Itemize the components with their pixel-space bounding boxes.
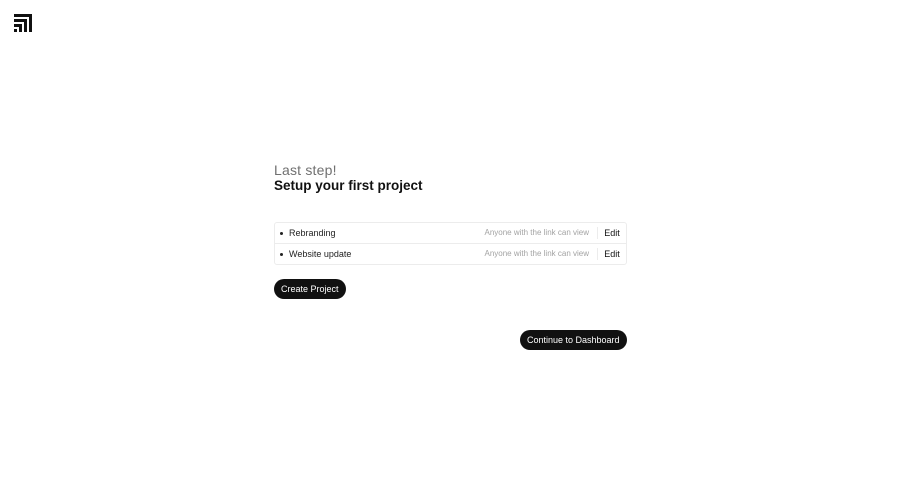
edit-button[interactable]: Edit (598, 228, 626, 238)
visibility-label: Anyone with the link can view (485, 248, 598, 260)
project-list: Rebranding Anyone with the link can view… (274, 222, 627, 265)
project-name: Website update (289, 249, 352, 259)
edit-button[interactable]: Edit (598, 249, 626, 259)
page-title: Setup your first project (274, 178, 423, 193)
list-item: Rebranding Anyone with the link can view… (275, 223, 626, 243)
create-project-button[interactable]: Create Project (274, 279, 346, 299)
visibility-label: Anyone with the link can view (485, 227, 598, 239)
bullet-icon (280, 231, 283, 235)
brand-logo-icon[interactable] (14, 14, 32, 32)
continue-to-dashboard-button[interactable]: Continue to Dashboard (520, 330, 627, 350)
list-item: Website update Anyone with the link can … (275, 243, 626, 264)
project-name: Rebranding (289, 228, 336, 238)
onboarding-panel: Last step! Setup your first project Rebr… (274, 162, 627, 299)
step-subtitle: Last step! (274, 162, 337, 178)
bullet-icon (280, 252, 283, 256)
